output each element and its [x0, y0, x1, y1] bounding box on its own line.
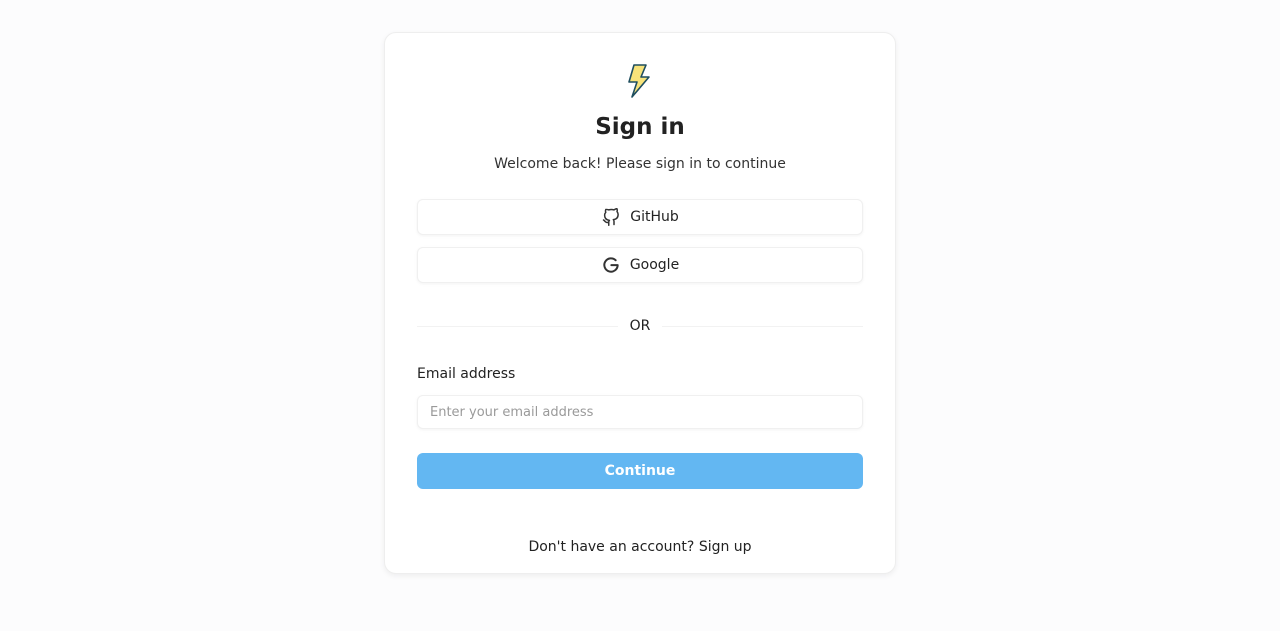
- page-title: Sign in: [595, 114, 685, 140]
- or-divider: OR: [417, 317, 863, 335]
- google-button-label: Google: [629, 257, 680, 273]
- email-field[interactable]: [417, 395, 863, 429]
- lightning-bolt-icon: [625, 64, 657, 98]
- google-icon: [601, 255, 621, 275]
- github-button-label: GitHub: [630, 209, 679, 225]
- sign-in-page: Sign in Welcome back! Please sign in to …: [0, 0, 1280, 631]
- divider-line-right: [662, 325, 863, 327]
- github-sign-in-button[interactable]: GitHub: [417, 199, 863, 235]
- continue-button[interactable]: Continue: [417, 453, 863, 489]
- sign-in-card: Sign in Welcome back! Please sign in to …: [384, 32, 896, 574]
- divider-line-left: [417, 325, 618, 327]
- github-icon: [601, 207, 621, 227]
- sign-up-link[interactable]: Sign up: [699, 539, 752, 555]
- google-sign-in-button[interactable]: Google: [417, 247, 863, 283]
- sign-up-prompt-text: Don't have an account?: [528, 539, 695, 555]
- email-label: Email address: [417, 366, 516, 382]
- sign-up-prompt: Don't have an account? Sign up: [385, 539, 895, 555]
- page-subtitle: Welcome back! Please sign in to continue: [494, 156, 786, 172]
- divider-text: OR: [629, 318, 651, 334]
